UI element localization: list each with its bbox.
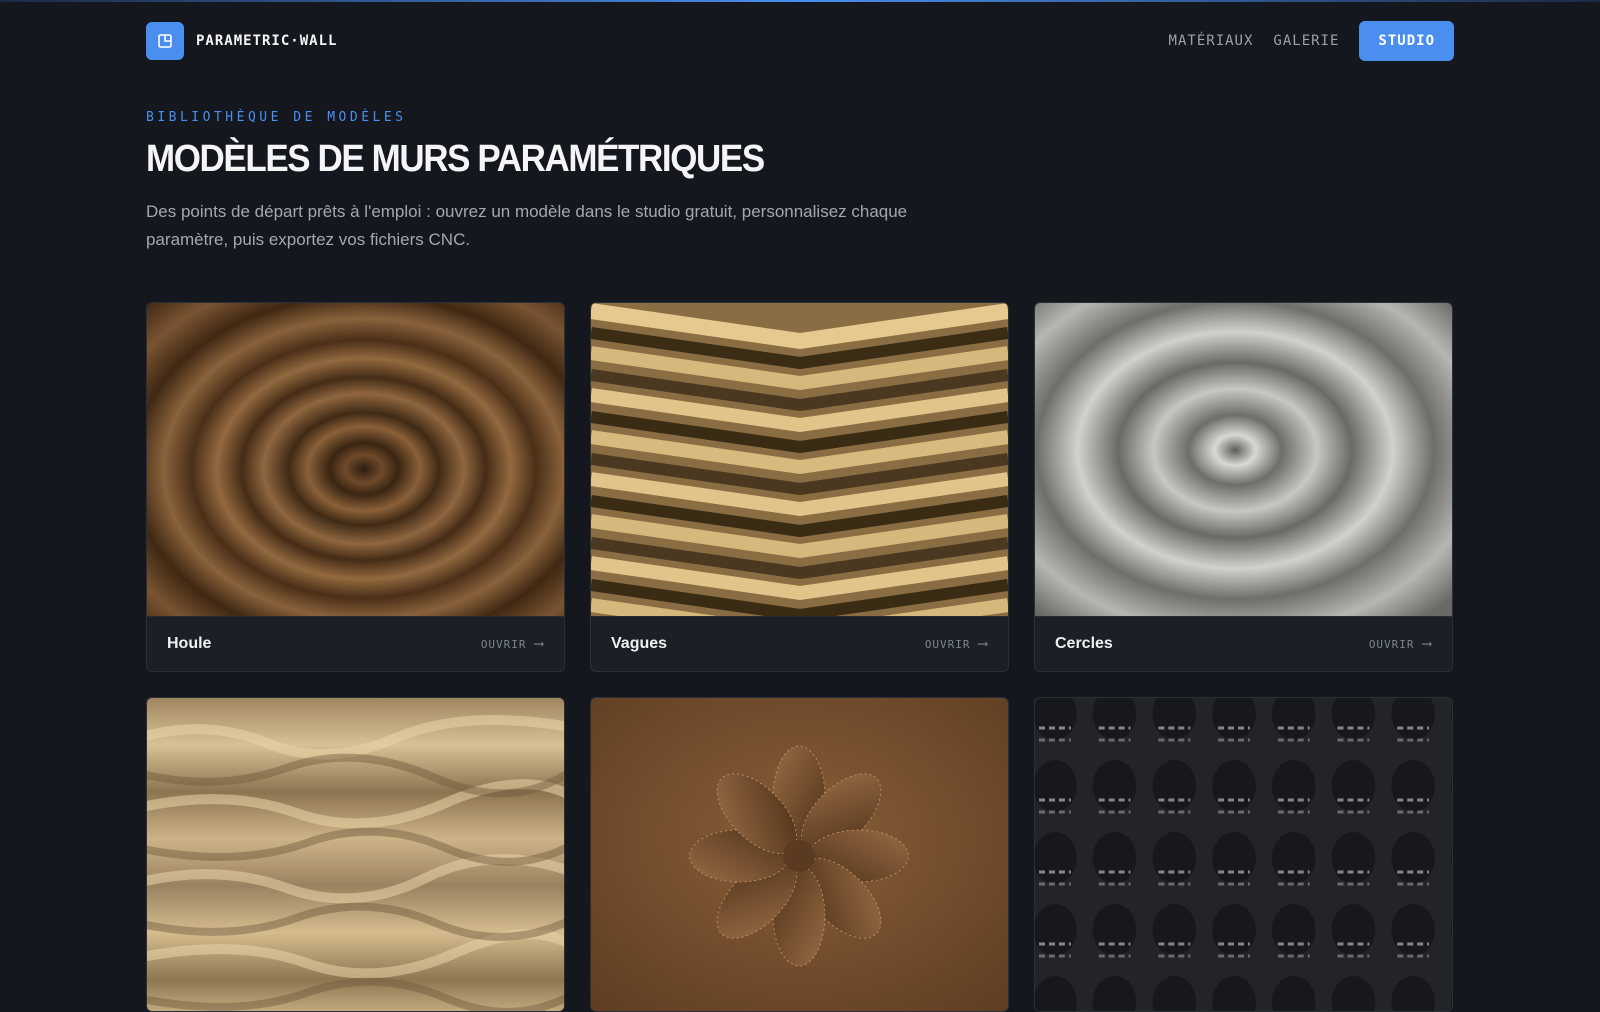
arrow-right-icon: ⟶ (534, 636, 544, 652)
arrow-right-icon: ⟶ (1422, 636, 1432, 652)
card-footer: Cercles OUVRIR ⟶ (1035, 616, 1452, 671)
card-title: Cercles (1055, 635, 1113, 652)
template-card-vagues[interactable]: Vagues OUVRIR ⟶ (590, 302, 1009, 672)
template-thumbnail (147, 698, 564, 1011)
page-title: MODÈLES DE MURS PARAMÉTRIQUES (146, 138, 765, 180)
open-label: OUVRIR (924, 637, 971, 651)
card-footer: Vagues OUVRIR ⟶ (591, 616, 1008, 671)
studio-button[interactable]: STUDIO (1359, 21, 1454, 61)
brand[interactable]: PARAMETRIC·WALL (146, 22, 337, 60)
template-grid: Houle OUVRIR ⟶ Vagues OUVRIR ⟶ Cercles O… (146, 302, 1454, 1012)
template-thumbnail (591, 303, 1008, 616)
nav-link-galerie[interactable]: GALERIE (1273, 33, 1339, 49)
site-header: PARAMETRIC·WALL MATÉRIAUX GALERIE STUDIO (146, 20, 1454, 62)
template-card-4[interactable] (146, 697, 565, 1012)
template-thumbnail (1035, 698, 1452, 1011)
card-title: Houle (167, 635, 212, 652)
template-thumbnail (147, 303, 564, 616)
template-card-6[interactable] (1034, 697, 1453, 1012)
open-link[interactable]: OUVRIR ⟶ (481, 636, 544, 652)
template-card-5[interactable] (590, 697, 1009, 1012)
section-eyebrow: BIBLIOTHÈQUE DE MODÈLES (146, 110, 407, 125)
main-nav: MATÉRIAUX GALERIE STUDIO (1169, 21, 1454, 61)
page-intro: Des points de départ prêts à l'emploi : … (146, 202, 908, 249)
template-card-cercles[interactable]: Cercles OUVRIR ⟶ (1034, 302, 1453, 672)
open-link[interactable]: OUVRIR ⟶ (925, 636, 988, 652)
open-label: OUVRIR (1368, 637, 1415, 651)
top-accent-line (0, 0, 1600, 2)
template-thumbnail (1035, 303, 1452, 616)
card-footer: Houle OUVRIR ⟶ (147, 616, 564, 671)
brand-name: PARAMETRIC·WALL (196, 33, 338, 49)
arrow-right-icon: ⟶ (978, 636, 988, 652)
open-link[interactable]: OUVRIR ⟶ (1369, 636, 1432, 652)
nav-link-materiaux[interactable]: MATÉRIAUX (1169, 33, 1254, 49)
panel-icon (146, 22, 184, 60)
card-title: Vagues (611, 635, 668, 652)
open-label: OUVRIR (480, 637, 527, 651)
template-thumbnail (591, 698, 1008, 1011)
template-card-houle[interactable]: Houle OUVRIR ⟶ (146, 302, 565, 672)
